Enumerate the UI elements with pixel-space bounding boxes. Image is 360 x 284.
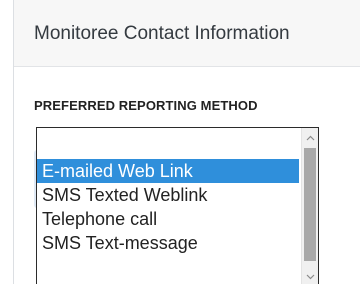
- chevron-up-icon: [306, 135, 314, 141]
- preferred-reporting-method-label: PREFERRED REPORTING METHOD: [34, 98, 258, 113]
- chevron-down-icon: [306, 274, 314, 280]
- preferred-reporting-method-listbox[interactable]: E-mailed Web Link SMS Texted Weblink Tel…: [36, 127, 319, 284]
- contact-card: Monitoree Contact Information PREFERRED …: [13, 0, 360, 284]
- card-title: Monitoree Contact Information: [34, 23, 290, 44]
- scrollbar-thumb[interactable]: [304, 148, 316, 261]
- options-list: E-mailed Web Link SMS Texted Weblink Tel…: [37, 159, 299, 255]
- option-sms-texted-weblink[interactable]: SMS Texted Weblink: [37, 183, 299, 207]
- option-sms-text-message[interactable]: SMS Text-message: [37, 231, 299, 255]
- listbox-scrollbar[interactable]: [301, 128, 318, 284]
- card-header: Monitoree Contact Information: [14, 0, 360, 67]
- scroll-down-button[interactable]: [302, 269, 318, 284]
- option-telephone-call[interactable]: Telephone call: [37, 207, 299, 231]
- option-emailed-web-link[interactable]: E-mailed Web Link: [37, 159, 299, 183]
- scroll-up-button[interactable]: [302, 130, 318, 146]
